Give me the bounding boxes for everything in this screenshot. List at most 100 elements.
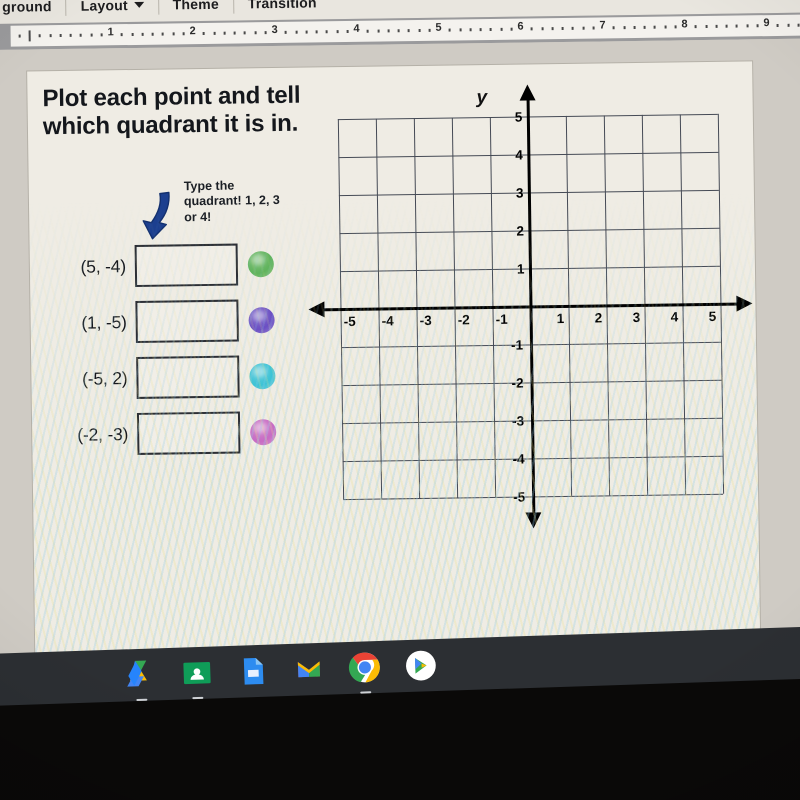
y-axis-tick-label: -3 <box>511 413 525 429</box>
ruler-tick <box>694 25 697 29</box>
coordinate-plane: y -5 -4 -3 -2 -1 1 2 3 4 5 5 4 3 2 1 -1 -2 -3 -4 -5 <box>277 84 753 552</box>
quadrant-answer-input[interactable] <box>135 299 239 343</box>
chrome-icon[interactable] <box>345 648 384 694</box>
background-menu[interactable]: ground <box>0 0 66 24</box>
x-axis-tick-label: -4 <box>381 313 394 329</box>
ruler-tick <box>346 29 349 33</box>
transition-menu[interactable]: Transition <box>234 0 331 21</box>
ruler-tick <box>69 33 72 37</box>
google-slides-icon[interactable] <box>233 652 272 691</box>
ruler-tick <box>653 25 656 29</box>
editor-canvas: Plot each point and tell which quadrant … <box>0 38 800 690</box>
ruler-tick <box>315 30 318 34</box>
ruler-tick <box>243 31 246 35</box>
coordinate-label: (5, -4) <box>80 255 127 277</box>
y-axis-tick-label: -5 <box>513 489 526 505</box>
ruler-tick <box>571 26 574 30</box>
ruler-tick <box>705 24 708 28</box>
ruler-tick <box>623 26 626 30</box>
ruler-tick <box>131 32 134 36</box>
quadrant-answer-input[interactable] <box>134 243 239 287</box>
ruler-tick <box>530 27 533 31</box>
google-classroom-icon[interactable] <box>177 653 216 700</box>
ruler-number: 5 <box>435 21 442 34</box>
y-axis-arrow-down <box>525 512 542 529</box>
ruler-tick <box>264 31 267 35</box>
ruler-tick <box>49 34 52 38</box>
theme-menu[interactable]: Theme <box>158 0 233 22</box>
y-axis-tick-label: 3 <box>515 185 524 201</box>
ruler-tick <box>397 29 400 33</box>
ruler-tick <box>797 23 800 27</box>
ruler-tick <box>418 28 421 32</box>
ruler-tick <box>90 33 93 37</box>
ruler-tick <box>100 33 103 37</box>
coordinate-label: (1, -5) <box>81 311 127 333</box>
ruler-tick <box>120 33 123 37</box>
ruler-tick <box>18 34 21 38</box>
shelf-active-indicator <box>136 698 148 702</box>
y-axis-tick-label: 2 <box>516 223 525 239</box>
ruler-tick <box>295 30 298 34</box>
ruler-number: 7 <box>599 19 606 32</box>
ruler-tick <box>233 31 236 35</box>
quadrant-answer-input[interactable] <box>136 411 241 455</box>
shelf-active-indicator <box>360 691 372 694</box>
ruler-tick <box>459 28 462 32</box>
x-axis-tick-label: -2 <box>457 312 470 328</box>
laptop-screen-photo: ground Layout Theme Transition 1 2 3 4 5 6 7 8 9 <box>0 0 800 800</box>
x-axis-tick-label: 1 <box>556 310 565 327</box>
ruler-tick <box>407 29 410 33</box>
chevron-down-icon <box>133 1 144 8</box>
layout-menu-label: Layout <box>80 0 128 14</box>
ruler-tick <box>151 32 154 36</box>
y-axis-tick-label: -1 <box>510 337 524 353</box>
ruler-tick <box>643 25 646 29</box>
ruler-tick <box>592 26 595 30</box>
gmail-icon[interactable] <box>289 650 328 689</box>
ruler-tick <box>551 27 554 31</box>
ruler-tick <box>305 30 308 34</box>
ruler-tick <box>336 30 339 34</box>
x-axis-tick-label: 4 <box>670 309 679 325</box>
ruler-number: 4 <box>353 22 360 35</box>
coordinate-row: (1, -5) <box>38 296 279 347</box>
theme-menu-label: Theme <box>172 0 219 13</box>
x-axis-tick-label: 5 <box>708 308 717 324</box>
google-drive-icon[interactable] <box>121 655 160 702</box>
ruler-tick <box>223 31 226 35</box>
layout-menu[interactable]: Layout <box>66 0 158 23</box>
ruler-tick <box>254 31 257 35</box>
ruler-tick <box>756 24 759 28</box>
quadrant-answer-input[interactable] <box>136 355 240 399</box>
down-arrow-icon <box>139 189 190 242</box>
coordinate-row: (5, -4) <box>38 240 279 291</box>
ruler-tick <box>541 27 544 31</box>
ruler-tick <box>561 26 564 30</box>
play-store-icon[interactable] <box>401 646 440 685</box>
ruler-tick <box>674 25 677 29</box>
ruler-tick <box>182 32 185 36</box>
grid-area: -5 -4 -3 -2 -1 1 2 3 4 5 5 4 3 2 1 -1 -2 -3 -4 -5 <box>308 84 753 529</box>
y-axis-tick-label: -2 <box>511 375 524 391</box>
ruler-tick <box>161 32 164 36</box>
ruler-tick <box>325 30 328 34</box>
ruler-tick <box>213 31 216 35</box>
x-axis-arrow-right <box>736 295 753 312</box>
marker-dot-purple <box>248 307 275 334</box>
ruler-tick <box>510 27 513 31</box>
coordinate-row: (-5, 2) <box>39 352 280 403</box>
ruler-number: 8 <box>681 18 688 31</box>
ruler-tick <box>746 24 749 28</box>
ruler-number: 3 <box>271 23 278 37</box>
ruler-tick <box>633 25 636 29</box>
coordinate-rows: (5, -4) (1, -5) (-5, 2) (-2, -3) <box>38 240 281 467</box>
ruler-tick <box>448 28 451 32</box>
ruler-tick <box>202 31 205 36</box>
ruler-number: 9 <box>763 17 770 30</box>
slide[interactable]: Plot each point and tell which quadrant … <box>27 61 761 667</box>
x-axis-tick-label: 2 <box>594 310 603 326</box>
ruler-tick <box>500 27 503 31</box>
ruler-tick <box>787 23 790 27</box>
ruler-tick <box>28 30 31 42</box>
